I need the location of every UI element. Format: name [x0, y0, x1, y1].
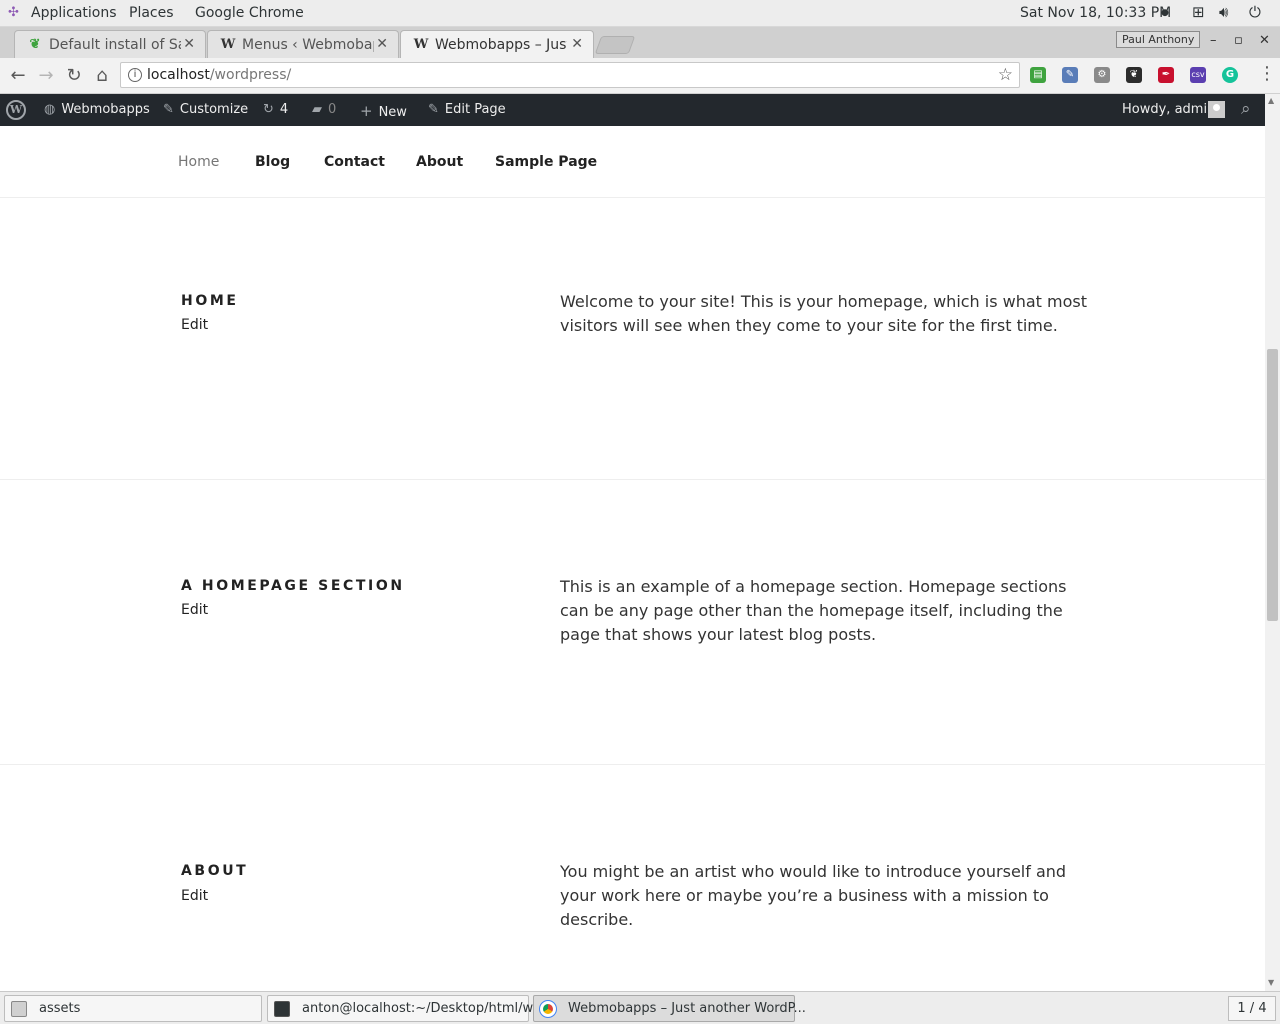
section-body: Welcome to your site! This is your homep…	[560, 292, 1088, 335]
section-title: A HOMEPAGE SECTION	[181, 578, 405, 594]
workspace-pager[interactable]: 1 / 4	[1228, 996, 1276, 1021]
dashboard-icon: ◍	[44, 102, 56, 117]
tab-default-install[interactable]: ❦ Default install of Sa ✕	[14, 30, 206, 58]
pdf-ext-icon[interactable]: ✒	[1158, 67, 1174, 83]
network-icon[interactable]: ⊞	[1192, 3, 1205, 21]
edit-page-link[interactable]: ✎ Edit Page	[428, 102, 506, 117]
tab-menus[interactable]: W Menus ‹ Webmobap ✕	[207, 30, 399, 58]
nav-about[interactable]: About	[416, 154, 463, 170]
pencil-icon: ✎	[428, 102, 439, 117]
reload-button[interactable]: ↻	[63, 65, 85, 86]
nav-blog[interactable]: Blog	[255, 154, 290, 170]
recording-indicator: ●	[1161, 8, 1169, 18]
close-tab-icon[interactable]: ✕	[376, 36, 388, 52]
evernote-ext-icon[interactable]: ❦	[1126, 67, 1142, 83]
home-section: HOME Edit Welcome to your site! This is …	[0, 198, 1265, 480]
gears-ext-icon[interactable]: ⚙	[1094, 67, 1110, 83]
updates-icon: ↻	[263, 102, 274, 117]
customize-link[interactable]: ✎ Customize	[163, 102, 248, 117]
bookmark-star-icon[interactable]: ☆	[998, 65, 1013, 85]
csv-ext-icon[interactable]: csv	[1190, 67, 1206, 83]
task-terminal[interactable]: anton@localhost:~/Desktop/html/w...	[267, 995, 544, 1022]
applications-menu[interactable]: Applications	[31, 5, 117, 21]
about-section: ABOUT Edit You might be an artist who wo…	[0, 765, 1265, 991]
tab-webmobapps[interactable]: W Webmobapps – Just ✕	[400, 30, 594, 58]
section-title: HOME	[181, 293, 239, 309]
section-edit-link[interactable]: Edit	[181, 602, 208, 618]
section-edit-link[interactable]: Edit	[181, 888, 208, 904]
nav-contact[interactable]: Contact	[324, 154, 385, 170]
profile-badge[interactable]: Paul Anthony	[1116, 31, 1201, 48]
wordpress-logo-icon[interactable]: W	[6, 100, 26, 120]
forward-button[interactable]: →	[35, 65, 57, 86]
active-app-menu[interactable]: Google Chrome	[195, 5, 304, 21]
browser-toolbar: ← → ↻ ⌂ i localhost/wordpress/ ☆ ▤ ✎ ⚙ ❦…	[0, 58, 1280, 94]
wp-admin-bar: W ◍ Webmobapps ✎ Customize ↻ 4 ▰ 0 + New ✎ Edi…	[0, 94, 1265, 126]
minimize-window-button[interactable]: –	[1210, 33, 1217, 48]
home-button[interactable]: ⌂	[91, 65, 113, 86]
leaf-icon: ❦	[29, 37, 41, 52]
power-icon[interactable]: ⏻	[1249, 3, 1261, 21]
clock[interactable]: Sat Nov 18, 10:33 PM	[1020, 5, 1171, 21]
new-tab-button[interactable]	[594, 36, 636, 54]
green-ext-icon[interactable]: ▤	[1030, 67, 1046, 83]
task-chrome[interactable]: Webmobapps – Just another WordP...	[533, 995, 806, 1022]
terminal-icon	[274, 1001, 290, 1017]
address-bar[interactable]: i localhost/wordpress/ ☆	[120, 62, 1020, 88]
page-scrollbar[interactable]: ▲ ▼	[1265, 94, 1280, 991]
scroll-down-icon[interactable]: ▼	[1268, 978, 1274, 987]
places-menu[interactable]: Places	[129, 5, 174, 21]
grammarly-ext-icon[interactable]: G	[1222, 67, 1238, 83]
chrome-icon	[539, 1000, 557, 1018]
scroll-up-icon[interactable]: ▲	[1268, 96, 1274, 105]
avatar[interactable]	[1208, 101, 1225, 118]
volume-icon[interactable]: 🔊︎	[1219, 3, 1228, 21]
site-name-link[interactable]: ◍ Webmobapps	[44, 102, 150, 117]
search-icon[interactable]: ⌕	[1241, 99, 1251, 119]
window-list-taskbar: assets anton@localhost:~/Desktop/html/w.…	[0, 991, 1280, 1024]
maximize-window-button[interactable]: ▫	[1234, 33, 1243, 48]
section-body: You might be an artist who would like to…	[560, 862, 1067, 929]
back-button[interactable]: ←	[7, 65, 29, 86]
browser-menu-icon[interactable]: ⋮	[1258, 63, 1276, 84]
system-top-bar: ✣ Applications Places Google Chrome Sat …	[0, 0, 1280, 27]
site-navigation: Home Blog Contact About Sample Page	[0, 126, 1265, 198]
updates-link[interactable]: ↻ 4	[263, 102, 288, 117]
plus-icon: +	[360, 102, 373, 120]
task-assets[interactable]: assets	[4, 995, 262, 1022]
url-text[interactable]: localhost/wordpress/	[147, 67, 291, 83]
scrollbar-thumb[interactable]	[1267, 349, 1278, 621]
comment-icon: ▰	[312, 102, 322, 117]
section-title: ABOUT	[181, 863, 249, 879]
brush-icon: ✎	[163, 102, 174, 117]
wordpress-favicon-icon: W	[413, 37, 429, 52]
nav-sample-page[interactable]: Sample Page	[495, 154, 597, 170]
site-info-icon[interactable]: i	[128, 68, 142, 82]
nav-home[interactable]: Home	[178, 154, 219, 170]
browser-tab-strip: ❦ Default install of Sa ✕ W Menus ‹ Webm…	[0, 27, 1280, 58]
close-tab-icon[interactable]: ✕	[571, 36, 583, 52]
comments-link[interactable]: ▰ 0	[312, 102, 336, 117]
applications-icon: ✣	[8, 5, 19, 20]
close-window-button[interactable]: ✕	[1259, 33, 1270, 48]
new-content-link[interactable]: + New	[360, 102, 407, 120]
close-tab-icon[interactable]: ✕	[183, 36, 195, 52]
eyedropper-ext-icon[interactable]: ✎	[1062, 67, 1078, 83]
homepage-section: A HOMEPAGE SECTION Edit This is an examp…	[0, 480, 1265, 765]
howdy-account-link[interactable]: Howdy, admin	[1122, 102, 1215, 117]
section-edit-link[interactable]: Edit	[181, 317, 208, 333]
file-manager-icon	[11, 1001, 27, 1017]
wordpress-favicon-icon: W	[220, 37, 236, 52]
section-body: This is an example of a homepage section…	[560, 577, 1067, 644]
